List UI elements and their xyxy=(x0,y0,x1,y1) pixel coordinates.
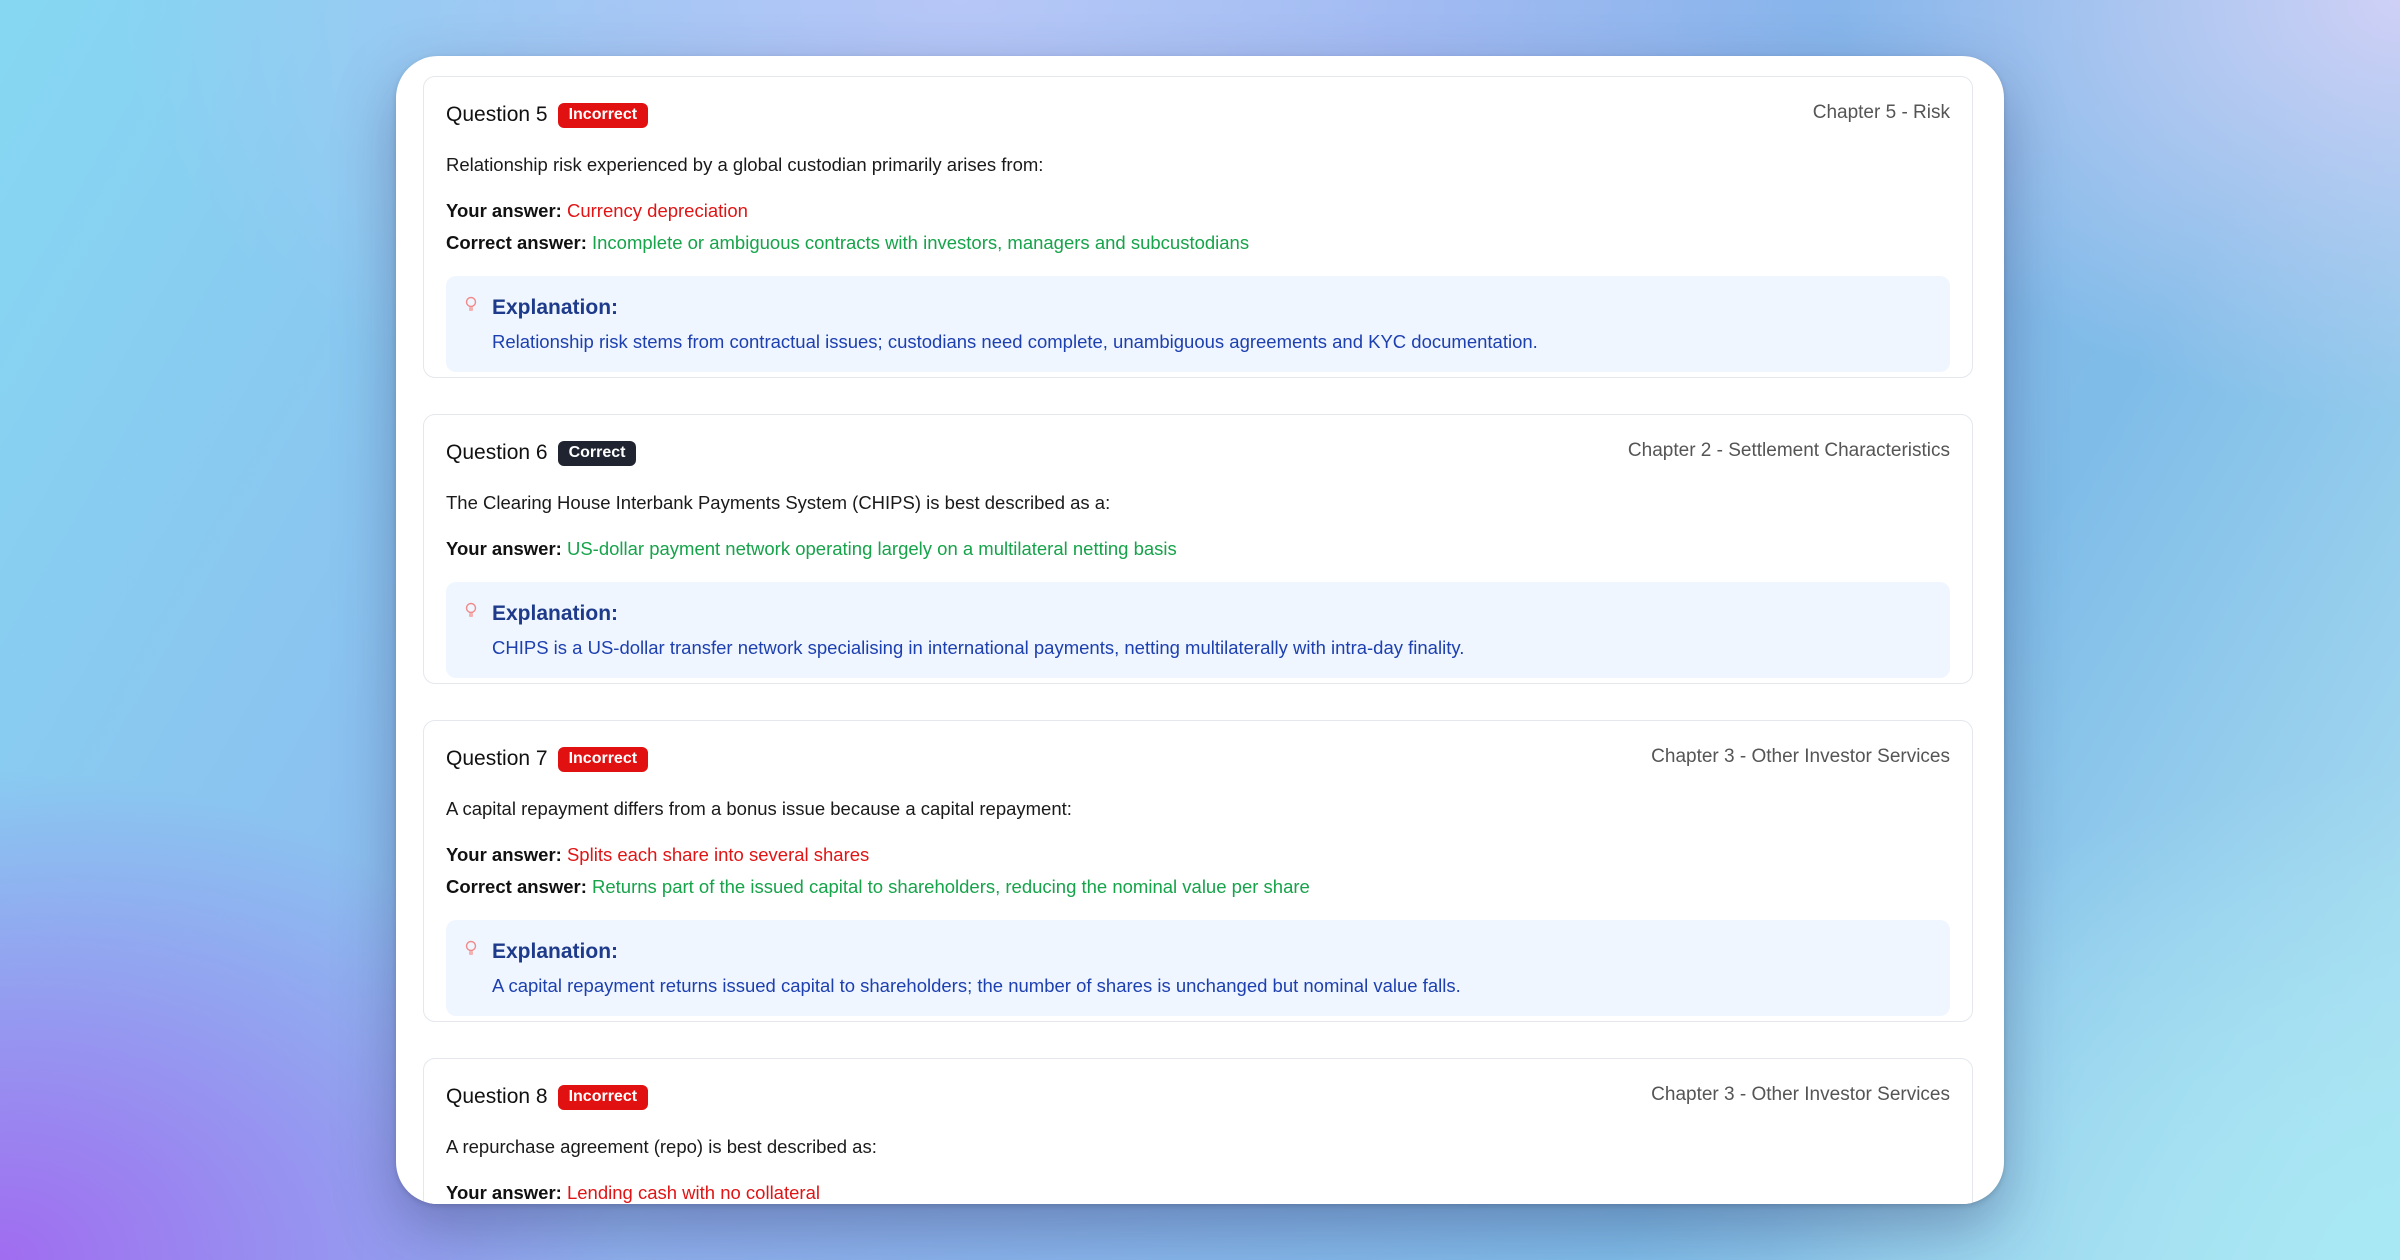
lightbulb-icon xyxy=(465,296,477,311)
question-header: Question 7 Incorrect Chapter 3 - Other In… xyxy=(446,721,1950,797)
explanation-title: Explanation: xyxy=(492,296,619,319)
question-card: Question 5 Incorrect Chapter 5 - Risk Rel… xyxy=(423,76,1973,378)
your-answer-row: Your answer: US-dollar payment network o… xyxy=(446,537,1950,561)
explanation-box: Explanation: CHIPS is a US-dollar transf… xyxy=(446,582,1950,678)
question-card: Question 8 Incorrect Chapter 3 - Other In… xyxy=(423,1058,1973,1204)
question-card: Question 6 Correct Chapter 2 - Settlement… xyxy=(423,414,1973,684)
status-badge: Incorrect xyxy=(557,1085,649,1110)
chapter-label: Chapter 2 - Settlement Characteristics xyxy=(1627,440,1950,461)
correct-answer-label: Correct answer: xyxy=(446,876,587,897)
your-answer-label: Your answer: xyxy=(446,1182,562,1203)
question-card: Question 7 Incorrect Chapter 3 - Other In… xyxy=(423,720,1973,1022)
explanation-text: CHIPS is a US-dollar transfer network sp… xyxy=(492,637,1465,658)
your-answer-label: Your answer: xyxy=(446,844,562,865)
your-answer-label: Your answer: xyxy=(446,200,562,221)
your-answer-value: US-dollar payment network operating larg… xyxy=(566,538,1177,559)
your-answer-value: Splits each share into several shares xyxy=(566,844,870,865)
question-prompt: The Clearing House Interbank Payments Sy… xyxy=(446,492,1111,513)
question-header: Question 6 Correct Chapter 2 - Settlement… xyxy=(446,415,1950,491)
explanation-text: Relationship risk stems from contractual… xyxy=(492,331,1538,352)
question-prompt: A repurchase agreement (repo) is best de… xyxy=(446,1136,877,1157)
correct-answer-label: Correct answer: xyxy=(446,232,587,253)
question-title: Question 8 xyxy=(446,1085,548,1108)
chapter-label: Chapter 5 - Risk xyxy=(1812,102,1950,123)
chapter-label: Chapter 3 - Other Investor Services xyxy=(1651,1084,1950,1105)
question-title: Question 5 xyxy=(446,103,548,126)
explanation-box: Explanation: Relationship risk stems fro… xyxy=(446,276,1950,372)
your-answer-row: Your answer: Lending cash with no collat… xyxy=(446,1181,1950,1204)
lightbulb-icon xyxy=(465,940,477,955)
explanation-text: A capital repayment returns issued capit… xyxy=(492,975,1461,996)
status-badge: Incorrect xyxy=(557,747,649,772)
question-header: Question 8 Incorrect Chapter 3 - Other In… xyxy=(446,1059,1950,1135)
lightbulb-icon xyxy=(465,602,477,617)
question-review-list[interactable]: Question 5 Incorrect Chapter 5 - Risk Rel… xyxy=(396,56,2004,1204)
review-window: Question 5 Incorrect Chapter 5 - Risk Rel… xyxy=(396,56,2004,1204)
correct-answer-value: Incomplete or ambiguous contracts with i… xyxy=(592,232,1250,253)
status-badge: Correct xyxy=(557,441,637,466)
your-answer-row: Your answer: Currency depreciation xyxy=(446,199,1950,223)
status-badge: Incorrect xyxy=(557,103,649,128)
correct-answer-row: Correct answer: Incomplete or ambiguous … xyxy=(446,231,1950,255)
chapter-label: Chapter 3 - Other Investor Services xyxy=(1651,746,1950,767)
correct-answer-value: Returns part of the issued capital to sh… xyxy=(592,876,1310,897)
question-header: Question 5 Incorrect Chapter 5 - Risk xyxy=(446,77,1950,153)
question-prompt: A capital repayment differs from a bonus… xyxy=(446,798,1072,819)
explanation-title: Explanation: xyxy=(492,602,619,625)
your-answer-value: Lending cash with no collateral xyxy=(566,1182,820,1203)
your-answer-value: Currency depreciation xyxy=(566,200,748,221)
correct-answer-row: Correct answer: Returns part of the issu… xyxy=(446,875,1950,899)
explanation-box: Explanation: A capital repayment returns… xyxy=(446,920,1950,1016)
your-answer-label: Your answer: xyxy=(446,538,562,559)
explanation-title: Explanation: xyxy=(492,940,619,963)
question-title: Question 6 xyxy=(446,441,548,464)
question-prompt: Relationship risk experienced by a globa… xyxy=(446,154,1044,175)
question-title: Question 7 xyxy=(446,747,548,770)
your-answer-row: Your answer: Splits each share into seve… xyxy=(446,843,1950,867)
